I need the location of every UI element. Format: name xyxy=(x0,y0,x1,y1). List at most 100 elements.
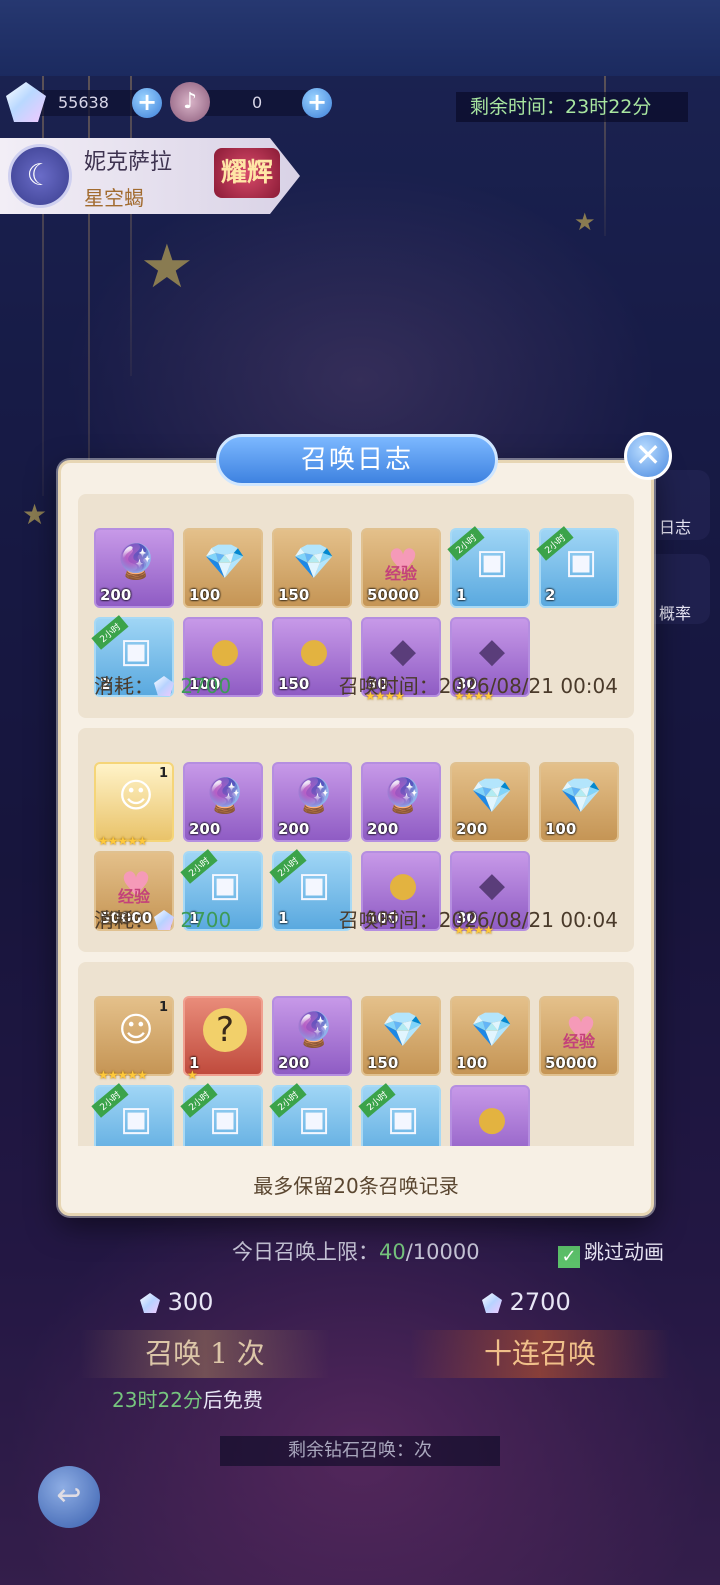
cost-value: 2700 xyxy=(180,908,232,932)
reward-item[interactable]: 🔮 200 xyxy=(361,762,441,842)
timer-value: 23时22分 xyxy=(565,96,652,118)
summon-record: 🔮 200 💎 100 💎 150 ♥ 经验 50000 ▣ 2小时 1 ▣ 2小时 2 ▣ 2小时 2 ● 100 ●… xyxy=(78,494,634,718)
remain-label: 剩余钻石召唤： xyxy=(288,1440,414,1461)
item-count: 100 xyxy=(545,820,577,838)
single-cost: 300 xyxy=(140,1288,213,1316)
checkbox-icon[interactable]: ✓ xyxy=(558,1246,580,1268)
reward-item[interactable]: 🔮 200 xyxy=(272,996,352,1076)
records-list[interactable]: 🔮 200 💎 100 💎 150 ♥ 经验 50000 ▣ 2小时 1 ▣ 2小时 2 ▣ 2小时 2 ● 100 ●… xyxy=(78,494,634,1146)
reward-item[interactable]: ▣ 2小时 xyxy=(269,1083,352,1146)
treasure-chest-icon: ▣ xyxy=(564,542,598,582)
treasure-chest-icon: ▣ xyxy=(386,1099,420,1139)
reward-item[interactable]: 💎 150 xyxy=(361,996,441,1076)
reward-item[interactable]: ♥ 经验 50000 xyxy=(361,528,441,608)
item-count: 200 xyxy=(100,586,132,604)
reward-item[interactable]: ☺ 1 ★★★★★ xyxy=(94,762,174,848)
treasure-chest-icon: ▣ xyxy=(475,542,509,582)
rate-label: 概率 xyxy=(658,604,691,623)
reward-item[interactable]: 💎 100 xyxy=(450,996,530,1076)
item-count: 50000 xyxy=(545,1054,598,1072)
star-rating: ★ xyxy=(187,1068,198,1082)
ten-cost-value: 2700 xyxy=(509,1288,571,1316)
back-button[interactable]: ↩ xyxy=(38,1466,100,1528)
crystal-ball-icon: 🔮 xyxy=(292,1010,336,1050)
hero-portrait-icon: ☺ xyxy=(118,1010,154,1050)
limit-used: 40 xyxy=(379,1240,406,1264)
retention-note: 最多保留20条召唤记录 xyxy=(253,1174,459,1198)
shadow-shard-icon: ◆ xyxy=(478,865,506,905)
item-level: 1 xyxy=(158,766,168,781)
item-count: 150 xyxy=(367,1054,399,1072)
record-cost: 消耗： 2700 xyxy=(94,904,231,933)
item-count: 200 xyxy=(456,820,488,838)
reward-item[interactable]: ▣ 2小时 2 xyxy=(536,526,619,608)
diamond-icon: 💎 xyxy=(292,542,336,582)
treasure-chest-icon: ▣ xyxy=(297,1099,331,1139)
add-tokens-button[interactable]: + xyxy=(302,88,332,118)
reward-item[interactable]: ▣ 2小时 1 xyxy=(447,526,530,608)
item-count: 150 xyxy=(278,586,310,604)
daily-limit: 今日召唤上限：40/10000 xyxy=(232,1236,480,1266)
diamond-icon: 💎 xyxy=(559,776,603,816)
single-cost-value: 300 xyxy=(167,1288,214,1316)
reward-item[interactable]: 💎 150 xyxy=(272,528,352,608)
remain-unit: 次 xyxy=(414,1440,432,1461)
item-count: 50000 xyxy=(367,586,420,604)
gem-icon xyxy=(140,1293,160,1313)
shadow-shard-icon: ◆ xyxy=(389,631,417,671)
reward-item[interactable]: ● xyxy=(450,1085,530,1146)
crystal-ball-icon: 🔮 xyxy=(203,776,247,816)
skip-animation-toggle[interactable]: ✓ 跳过动画 xyxy=(558,1236,664,1268)
free-timer: 23时22分后免费 xyxy=(112,1384,263,1413)
ten-cost: 2700 xyxy=(482,1288,571,1316)
crystal-ball-icon: 🔮 xyxy=(381,776,425,816)
music-token-icon: ♪ xyxy=(170,82,210,122)
reward-item[interactable]: 💎 100 xyxy=(183,528,263,608)
reward-item[interactable]: 🔮 200 xyxy=(94,528,174,608)
reward-item[interactable]: 💎 200 xyxy=(450,762,530,842)
golden-egg-icon: ● xyxy=(299,631,329,671)
time-label: 召唤时间： xyxy=(338,908,439,932)
item-count: 150 xyxy=(278,675,310,693)
summon-ten-button[interactable]: 十连召唤 xyxy=(410,1330,670,1378)
item-count: 200 xyxy=(278,820,310,838)
item-count: 2 xyxy=(545,586,556,604)
record-time: 召唤时间：2026/08/21 00:04 xyxy=(339,904,618,933)
free-suffix: 后免费 xyxy=(202,1388,263,1412)
time-value: 2026/08/21 00:04 xyxy=(438,908,618,932)
record-time: 召唤时间：2026/08/21 00:04 xyxy=(339,670,618,699)
gem-icon xyxy=(154,676,174,696)
golden-egg-icon: ● xyxy=(477,1099,507,1139)
summon-record: ☺ 1 ★★★★★ 🔮 200 🔮 200 🔮 200 💎 200 💎 100 ♥ 经验 50000 ▣ 2小时 1… xyxy=(78,728,634,952)
item-count: 1 xyxy=(456,586,467,604)
crystal-ball-icon: 🔮 xyxy=(292,776,336,816)
record-cost: 消耗： 2700 xyxy=(94,670,231,699)
reward-item[interactable]: ? 1 ★ xyxy=(183,996,263,1082)
gem-icon xyxy=(154,910,174,930)
reward-item[interactable]: ♥ 经验 50000 xyxy=(539,996,619,1076)
reward-item[interactable]: ▣ 2小时 xyxy=(358,1083,441,1146)
diamond-icon: 💎 xyxy=(470,776,514,816)
summon-once-button[interactable]: 召唤 1 次 xyxy=(80,1330,330,1378)
token-count: 0 xyxy=(252,93,263,112)
reward-item[interactable]: 💎 100 xyxy=(539,762,619,842)
reward-item[interactable]: ☺ 1 ★★★★★ xyxy=(94,996,174,1082)
shadow-shard-icon: ◆ xyxy=(478,631,506,671)
free-time: 23时22分 xyxy=(112,1388,203,1412)
cost-value: 2700 xyxy=(180,674,232,698)
remaining-time: 剩余时间：23时22分 xyxy=(456,92,688,122)
star-rating: ★★★★★ xyxy=(98,834,148,848)
reward-item[interactable]: 🔮 200 xyxy=(183,762,263,842)
close-button[interactable]: ✕ xyxy=(624,432,672,480)
reward-item[interactable]: ▣ 2小时 xyxy=(91,1083,174,1146)
golden-egg-icon: ● xyxy=(210,631,240,671)
add-gems-button[interactable]: + xyxy=(132,88,162,118)
remaining-diamond-summons: 剩余钻石召唤：次 xyxy=(220,1436,500,1466)
reward-item[interactable]: 🔮 200 xyxy=(272,762,352,842)
reward-item[interactable]: ▣ 2小时 xyxy=(180,1083,263,1146)
rank-badge: 耀辉 xyxy=(214,148,280,198)
diamond-icon: 💎 xyxy=(381,1010,425,1050)
log-label: 日志 xyxy=(658,518,691,537)
item-label: 经验 xyxy=(385,564,418,583)
cost-label: 消耗： xyxy=(94,908,154,932)
